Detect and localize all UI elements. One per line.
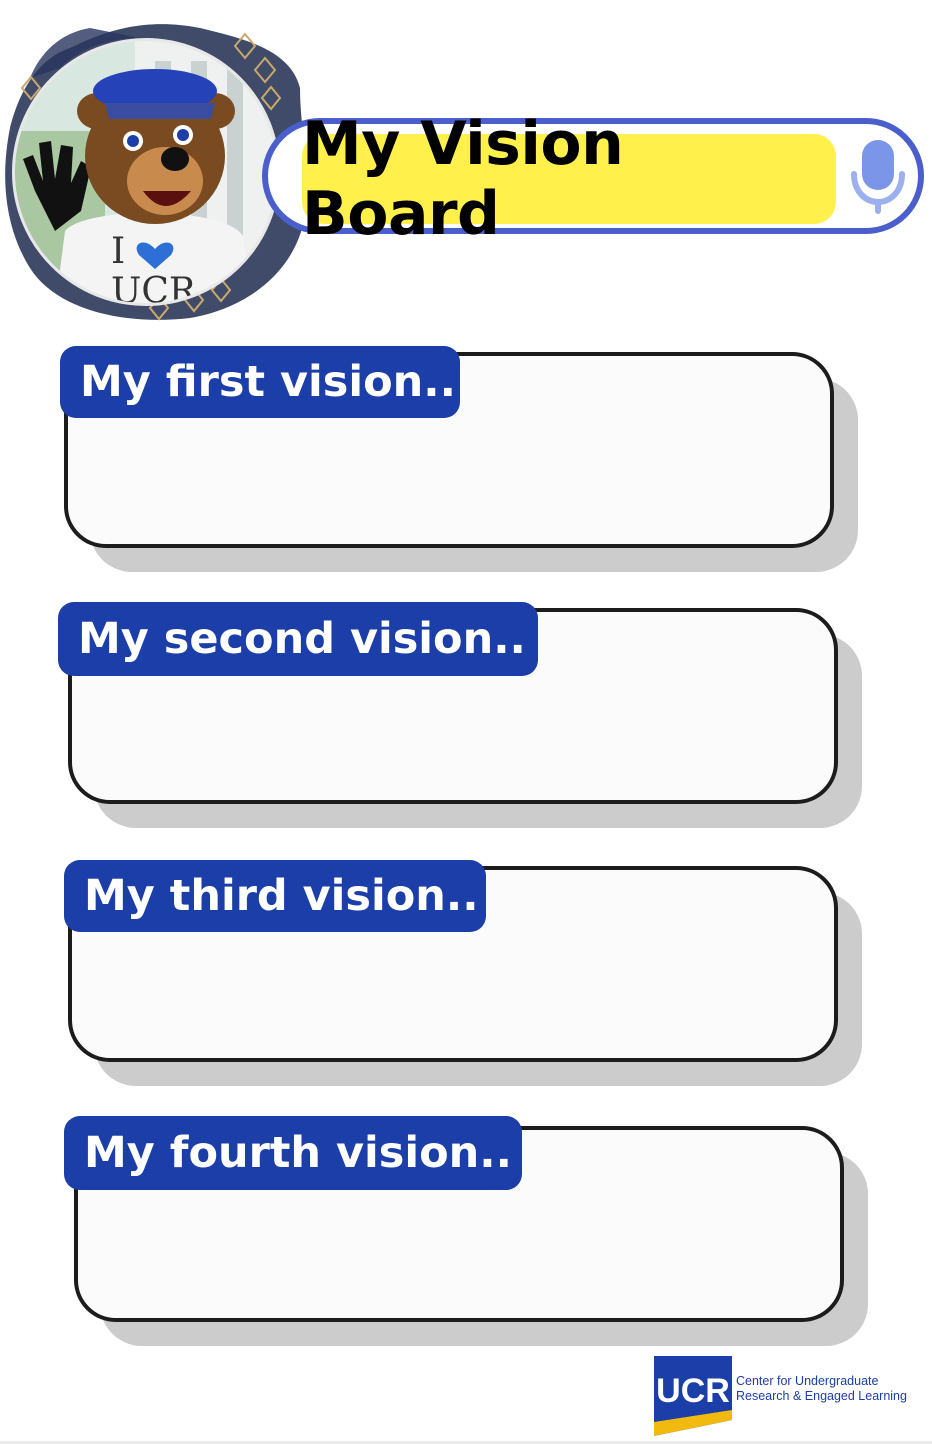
vision-label-3: My third vision..	[64, 860, 486, 932]
vision-label-4: My fourth vision..	[64, 1116, 522, 1190]
page-title: My Vision Board	[302, 109, 836, 249]
ucr-logo: UCR	[654, 1356, 732, 1436]
org-name: Center for Undergraduate Research & Enga…	[736, 1374, 907, 1404]
org-name-line-2: Research & Engaged Learning	[736, 1389, 907, 1403]
mascot-avatar: I UCR	[12, 38, 280, 306]
microphone-icon[interactable]	[848, 138, 908, 218]
org-name-line-1: Center for Undergraduate	[736, 1374, 879, 1388]
vision-label-2: My second vision..	[58, 602, 538, 676]
shirt-text-i: I	[111, 231, 125, 272]
ucr-logo-text: UCR	[656, 1372, 730, 1410]
vision-label-1: My first vision..	[60, 346, 460, 418]
